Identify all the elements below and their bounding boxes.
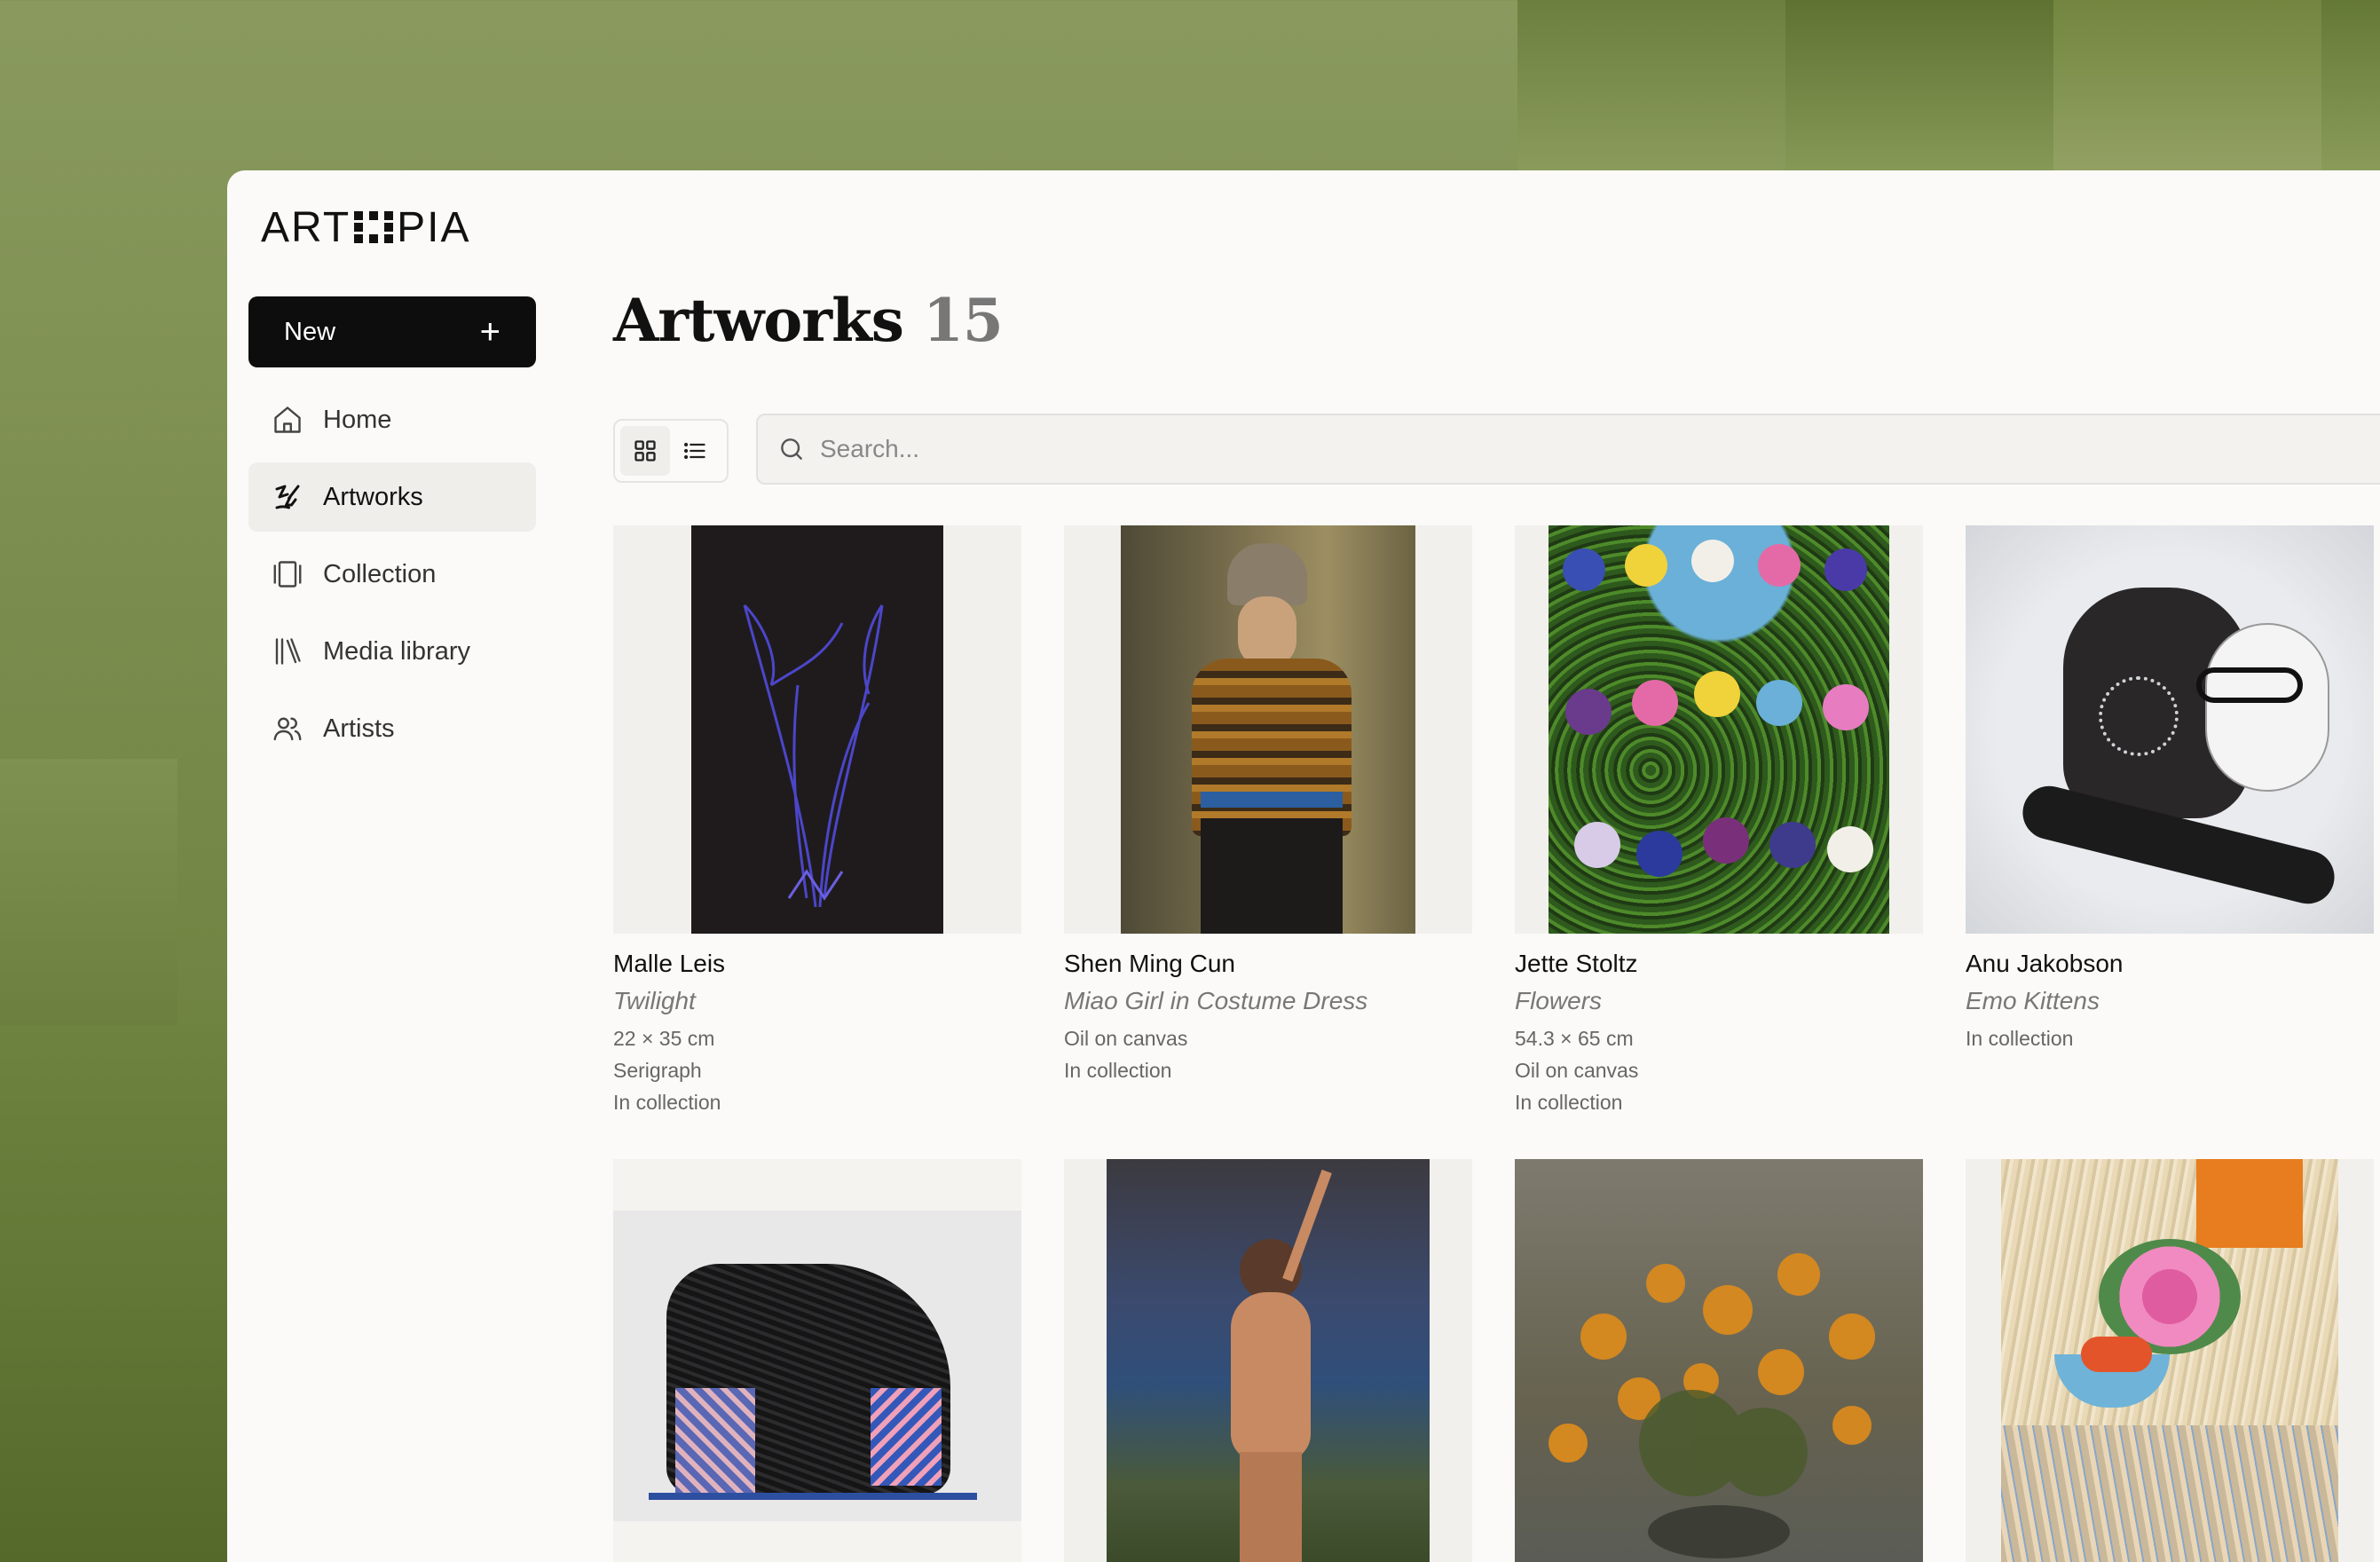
plus-icon: + xyxy=(479,312,500,351)
artwork-card[interactable] xyxy=(1515,1159,1923,1562)
artwork-thumbnail[interactable] xyxy=(1966,1159,2374,1562)
new-button-label: New xyxy=(284,317,336,346)
backdrop-block xyxy=(1785,0,2053,173)
app-window: ART PIA New + Home Artworks Collection M… xyxy=(227,170,2380,1562)
backdrop-block xyxy=(2053,0,2321,173)
sidebar-item-artists[interactable]: Artists xyxy=(248,694,536,763)
sidebar-item-label: Media library xyxy=(323,636,470,666)
logo-text-left: ART xyxy=(261,203,351,251)
search-input[interactable] xyxy=(820,435,2329,463)
artwork-meta: In collection xyxy=(1966,1022,2374,1054)
backdrop-block xyxy=(2321,0,2380,173)
artwork-thumbnail[interactable] xyxy=(613,525,1021,934)
artwork-title: Twilight xyxy=(613,987,696,1014)
artwork-size: 54.3 × 65 cm xyxy=(1515,1027,1634,1050)
list-icon xyxy=(683,442,705,460)
artwork-meta: Oil on canvas In collection xyxy=(1064,1022,1472,1086)
backdrop-block xyxy=(0,1025,231,1562)
sidebar-item-label: Artworks xyxy=(323,482,423,511)
search-icon xyxy=(781,438,802,460)
artwork-count: 15 xyxy=(922,286,1004,355)
sidebar-item-artworks[interactable]: Artworks xyxy=(248,462,536,532)
artwork-title: Miao Girl in Costume Dress xyxy=(1064,987,1368,1014)
artwork-card[interactable] xyxy=(1064,1159,1472,1562)
artwork-artist: Anu Jakobson xyxy=(1966,950,2124,977)
sidebar-item-media-library[interactable]: Media library xyxy=(248,617,536,686)
artwork-meta: 54.3 × 65 cm Oil on canvas In collection xyxy=(1515,1022,1923,1118)
backdrop-block xyxy=(1517,0,1785,173)
artwork-size: 22 × 35 cm xyxy=(613,1027,715,1050)
grid-icon xyxy=(634,440,656,462)
artwork-image xyxy=(613,1211,1021,1521)
grid-view-button[interactable] xyxy=(620,426,670,476)
artwork-image xyxy=(1515,1159,1923,1562)
artwork-title: Emo Kittens xyxy=(1966,987,2100,1014)
artwork-meta: 22 × 35 cm Serigraph In collection xyxy=(613,1022,1021,1118)
artwork-status: In collection xyxy=(1966,1027,2074,1050)
artwork-status: In collection xyxy=(1064,1059,1172,1082)
artwork-medium: Serigraph xyxy=(613,1059,702,1082)
artwork-medium: Oil on canvas xyxy=(1515,1059,1639,1082)
artwork-thumbnail[interactable] xyxy=(1966,525,2374,934)
list-view-button[interactable] xyxy=(670,426,720,476)
sidebar-item-home[interactable]: Home xyxy=(248,385,536,454)
sidebar-item-collection[interactable]: Collection xyxy=(248,540,536,609)
artwork-thumbnail[interactable] xyxy=(1515,1159,1923,1562)
artopia-logo[interactable]: ART PIA xyxy=(261,202,471,252)
artwork-status: In collection xyxy=(613,1091,721,1114)
artwork-card[interactable] xyxy=(1966,1159,2374,1562)
artwork-artist: Shen Ming Cun xyxy=(1064,950,1236,977)
artwork-card[interactable]: Malle Leis Twilight 22 × 35 cm Serigraph… xyxy=(613,525,1021,1118)
artwork-image xyxy=(2001,1159,2338,1562)
artwork-image xyxy=(1549,525,1889,934)
artwork-thumbnail[interactable] xyxy=(613,1159,1021,1562)
view-toggle xyxy=(613,419,729,483)
artwork-card[interactable]: Anu Jakobson Emo Kittens In collection xyxy=(1966,525,2374,1054)
collection-icon xyxy=(270,556,305,592)
artwork-medium: Oil on canvas xyxy=(1064,1027,1188,1050)
logo-mark-icon xyxy=(354,211,394,243)
artwork-image xyxy=(1107,1159,1430,1562)
backdrop-block xyxy=(0,759,177,1025)
artwork-image xyxy=(1966,525,2374,934)
library-icon xyxy=(270,634,305,669)
artwork-thumbnail[interactable] xyxy=(1515,525,1923,934)
users-icon xyxy=(270,711,305,746)
artworks-icon xyxy=(270,479,305,515)
artwork-card[interactable]: Shen Ming Cun Miao Girl in Costume Dress… xyxy=(1064,525,1472,1086)
artwork-card[interactable] xyxy=(613,1159,1021,1562)
artwork-thumbnail[interactable] xyxy=(1064,1159,1472,1562)
artwork-status: In collection xyxy=(1515,1091,1623,1114)
sidebar-item-label: Artists xyxy=(323,714,395,743)
home-icon xyxy=(270,402,305,438)
artwork-title: Flowers xyxy=(1515,987,1603,1014)
new-button[interactable]: New + xyxy=(248,296,536,367)
sidebar-nav: Home Artworks Collection Media library A… xyxy=(248,385,536,771)
artwork-card[interactable]: Jette Stoltz Flowers 54.3 × 65 cm Oil on… xyxy=(1515,525,1923,1118)
artwork-image xyxy=(691,525,943,934)
logo-text-right: PIA xyxy=(397,203,471,251)
page-title: Artworks 15 xyxy=(613,286,1004,355)
artwork-image xyxy=(1121,525,1415,934)
artwork-thumbnail[interactable] xyxy=(1064,525,1472,934)
sidebar-item-label: Home xyxy=(323,405,392,434)
artwork-artist: Jette Stoltz xyxy=(1515,950,1638,977)
sidebar-item-label: Collection xyxy=(323,559,437,588)
search-bar xyxy=(756,414,2380,485)
artwork-artist: Malle Leis xyxy=(613,950,726,977)
page-title-text: Artworks xyxy=(613,286,904,355)
